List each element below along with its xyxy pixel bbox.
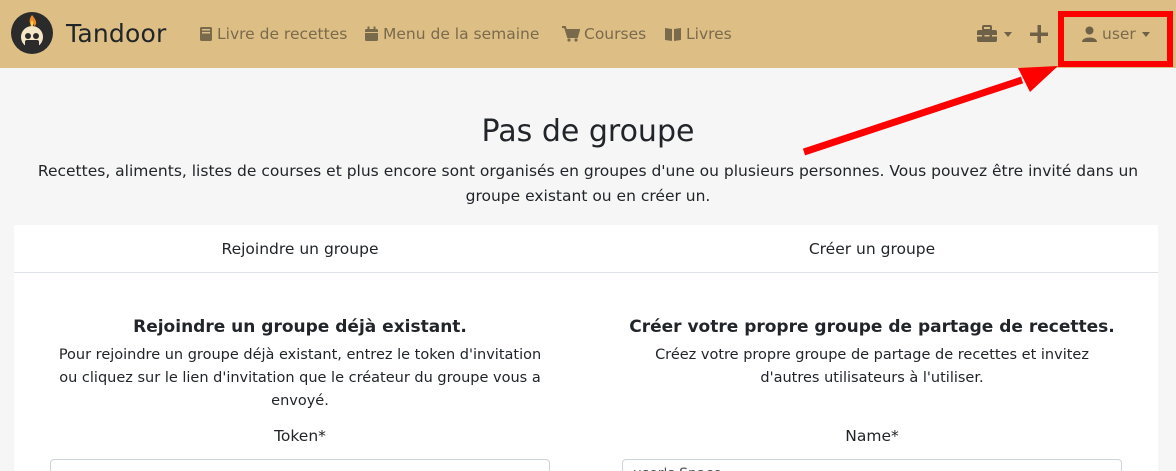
name-input[interactable]: [622, 459, 1122, 471]
name-label: Name*: [845, 427, 899, 445]
plus-icon: [1030, 25, 1048, 43]
nav-item-label: Livre de recettes: [217, 25, 348, 43]
calendar-icon: [365, 26, 378, 41]
add-dropdown[interactable]: [1030, 20, 1048, 48]
join-group-heading: Rejoindre un groupe déjà existant.: [133, 317, 467, 337]
top-navbar: Tandoor Livre de recettes Menu de la sem…: [0, 0, 1176, 68]
highlight-box: [1058, 11, 1173, 67]
tab-create-group[interactable]: Créer un groupe: [586, 225, 1158, 273]
token-label: Token*: [274, 427, 326, 445]
book-icon: [200, 27, 212, 41]
nav-item-label: Livres: [686, 25, 732, 43]
nav-item-shopping[interactable]: Courses: [562, 22, 646, 46]
token-input[interactable]: [50, 459, 550, 471]
brand-name: Tandoor: [66, 18, 167, 48]
page-description: Recettes, aliments, listes de courses et…: [37, 162, 1139, 205]
toolbox-icon: [977, 25, 997, 42]
brand[interactable]: Tandoor: [10, 11, 166, 55]
cart-icon: [562, 26, 580, 42]
nav-item-meal-plan[interactable]: Menu de la semaine: [364, 22, 539, 46]
nav-item-label: Courses: [584, 25, 647, 43]
nav-item-label: Menu de la semaine: [383, 25, 540, 43]
group-card: Rejoindre un groupe Créer un groupe Rejo…: [14, 225, 1158, 471]
page-title: Pas de groupe: [481, 114, 695, 149]
tab-join-group[interactable]: Rejoindre un groupe: [14, 225, 586, 273]
open-book-icon: [665, 28, 681, 41]
group-tabs: Rejoindre un groupe Créer un groupe: [14, 225, 1158, 273]
nav-item-recipes[interactable]: Livre de recettes: [199, 22, 347, 46]
create-group-panel: Créer votre propre groupe de partage de …: [586, 273, 1158, 471]
create-group-heading: Créer votre propre groupe de partage de …: [629, 317, 1115, 337]
join-group-panel: Rejoindre un groupe déjà existant. Pour …: [14, 273, 586, 471]
nav-item-books[interactable]: Livres: [664, 22, 732, 46]
create-group-description: Créez votre propre groupe de partage de …: [655, 347, 1089, 386]
join-group-description: Pour rejoindre un groupe déjà existant, …: [58, 347, 542, 409]
chevron-down-icon: [1004, 31, 1012, 37]
toolbox-dropdown[interactable]: [976, 20, 1012, 48]
tandoor-logo-icon: [11, 12, 53, 54]
